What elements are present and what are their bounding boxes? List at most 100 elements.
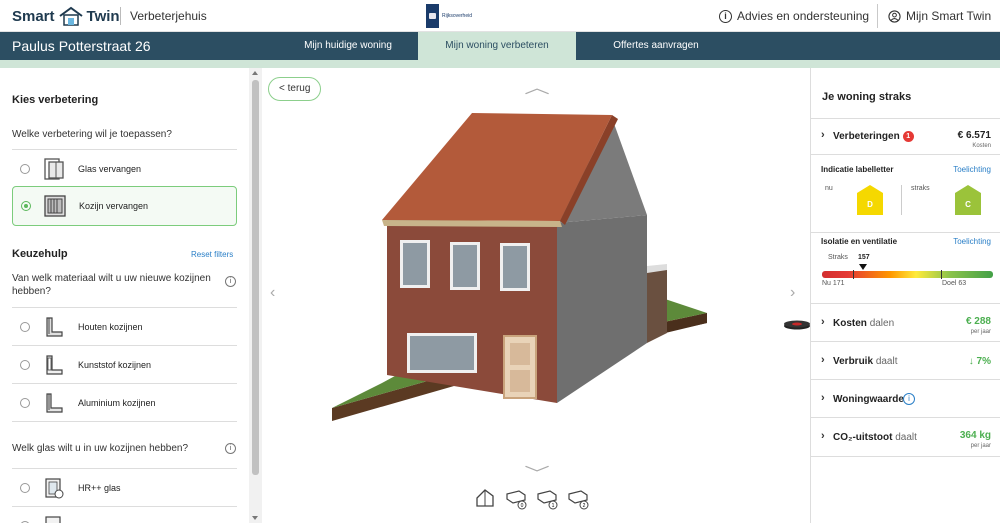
option-label: HR++ glas	[78, 482, 121, 493]
option-hr-glas[interactable]: HR++ glas	[12, 468, 237, 506]
radio-button[interactable]	[20, 482, 30, 493]
labelletter-section: Indicatie labelletter Toelichting nu D s…	[811, 154, 1000, 232]
option-aluminium-kozijnen[interactable]: Aluminium kozijnen	[12, 383, 237, 421]
option-label: Houten kozijnen	[78, 321, 143, 332]
svg-text:0: 0	[521, 503, 524, 509]
count-badge: 1	[902, 131, 914, 142]
keuzehulp-title: Keuzehulp	[12, 248, 68, 260]
co2-row[interactable]: › CO₂-uitstoot daalt 364 kg per jaar	[811, 417, 1000, 457]
floor-2-icon[interactable]: 2	[567, 486, 589, 510]
svg-text:1: 1	[552, 503, 555, 509]
user-icon	[888, 9, 901, 23]
chevron-right-icon: ›	[821, 430, 825, 442]
straks-value: 157	[858, 254, 870, 261]
doel-text: Doel 63	[942, 280, 967, 287]
co2-value: 364 kg	[959, 430, 991, 441]
rijksoverheid-label: Rijksoverheid	[442, 13, 473, 19]
top-bar: Smart Twin Verbeterjehuis Rijksoverheid …	[0, 0, 1000, 32]
scroll-thumb[interactable]	[252, 80, 259, 475]
scroll-up-arrow-icon[interactable]	[252, 71, 258, 75]
advies-link[interactable]: i Advies en ondersteuning	[719, 9, 869, 23]
chevron-right-icon: ›	[821, 316, 825, 328]
panel-title: Kies verbetering	[12, 94, 99, 106]
label-divider	[901, 185, 902, 215]
logo-divider	[120, 7, 121, 25]
arrow-down-icon: ↓	[968, 356, 974, 367]
tab-offertes-aanvragen[interactable]: Offertes aanvragen	[576, 32, 736, 60]
tab-huidige-woning[interactable]: Mijn huidige woning	[278, 32, 418, 60]
aluminium-frame-icon	[46, 392, 63, 413]
plastic-frame-icon	[46, 354, 63, 375]
back-button[interactable]: < terug	[268, 77, 322, 101]
option-kozijn-vervangen[interactable]: Kozijn vervangen	[12, 186, 237, 226]
verbeteringen-value: € 6.571	[957, 130, 991, 141]
account-link[interactable]: Mijn Smart Twin	[888, 9, 991, 23]
logo-house-icon	[58, 6, 83, 26]
radio-button[interactable]	[20, 397, 30, 408]
improvement-panel: Kies verbetering Welke verbetering wil j…	[0, 68, 262, 523]
verbeteringen-row[interactable]: › Verbeteringen 1 € 6.571 Kosten	[811, 118, 1000, 154]
chevron-left-icon[interactable]: ‹	[270, 284, 275, 302]
house-model[interactable]	[322, 103, 722, 458]
divider	[12, 421, 237, 422]
label-straks-caption: straks	[911, 185, 930, 192]
window-frame-icon	[44, 195, 66, 217]
nu-text: Nu 171	[822, 280, 845, 287]
option-houten-kozijnen[interactable]: Houten kozijnen	[12, 307, 237, 345]
label-nu-caption: nu	[825, 185, 833, 192]
question-improvement: Welke verbetering wil je toepassen?	[12, 129, 172, 140]
radio-button[interactable]	[20, 359, 30, 370]
straks-marker-icon	[859, 264, 867, 270]
gauge-tick-nu	[853, 270, 854, 279]
rijksoverheid-emblem-icon	[426, 4, 439, 28]
coin-stack-icon	[784, 320, 810, 330]
woningwaarde-row[interactable]: › Woningwaarde i	[811, 379, 1000, 417]
view-mode-bar: 0 1 2	[474, 486, 598, 510]
chevron-right-icon[interactable]: ›	[790, 284, 795, 302]
woningwaarde-label: Woningwaarde	[833, 394, 904, 405]
option-glas-vervangen[interactable]: Glas vervangen	[12, 149, 237, 187]
verbruik-row[interactable]: › Verbruik daalt ↓ 7%	[811, 341, 1000, 379]
verbeteringen-sub: Kosten	[972, 143, 991, 149]
option-label: Aluminium kozijnen	[78, 397, 156, 408]
option-label: Kozijn vervangen	[79, 201, 149, 211]
house-view-icon[interactable]	[474, 486, 496, 510]
chevron-right-icon: ›	[821, 354, 825, 366]
radio-button[interactable]	[20, 163, 30, 174]
energy-label-d-icon: D	[857, 185, 883, 215]
left-scrollbar[interactable]	[249, 68, 262, 523]
toelichting-link[interactable]: Toelichting	[953, 237, 991, 246]
reset-filters-link[interactable]: Reset filters	[191, 250, 233, 259]
labelletter-title: Indicatie labelletter	[821, 165, 894, 174]
option-kunststof-kozijnen[interactable]: Kunststof kozijnen	[12, 345, 237, 383]
chevron-right-icon: ›	[821, 392, 825, 404]
info-icon[interactable]: i	[903, 393, 915, 405]
question-material: Van welk materiaal wilt u uw nieuwe kozi…	[12, 273, 211, 297]
floor-1-icon[interactable]: 1	[536, 486, 558, 510]
svg-text:C: C	[965, 200, 971, 209]
gauge-tick-doel	[941, 270, 942, 279]
floor-0-icon[interactable]: 0	[505, 486, 527, 510]
wood-frame-icon	[46, 316, 63, 337]
chevron-down-icon[interactable]: ﹀	[524, 460, 550, 484]
kosten-label: Kosten dalen	[833, 318, 895, 329]
house-3d-viewer[interactable]: < terug ︿ ﹀ ‹ › 0 1 2	[262, 68, 810, 523]
tab-woning-verbeteren[interactable]: Mijn woning verbeteren	[418, 32, 576, 60]
kosten-row[interactable]: › Kosten dalen € 288 per jaar	[811, 303, 1000, 341]
scroll-down-arrow-icon[interactable]	[252, 516, 258, 520]
chevron-up-icon[interactable]: ︿	[524, 74, 550, 98]
kosten-sub: per jaar	[970, 329, 991, 335]
svg-text:D: D	[867, 200, 873, 209]
co2-sub: per jaar	[970, 443, 991, 449]
nav-accent-strip	[0, 60, 1000, 68]
glass-icon	[45, 515, 61, 523]
option-next-glass[interactable]	[12, 506, 237, 523]
radio-button-selected[interactable]	[21, 201, 31, 211]
verbeteringen-label: Verbeteringen 1	[833, 131, 914, 142]
info-icon[interactable]: i	[225, 276, 236, 287]
logo-text-left: Smart	[12, 7, 55, 25]
info-icon[interactable]: i	[225, 443, 236, 454]
radio-button[interactable]	[20, 321, 30, 332]
smart-twin-logo[interactable]: Smart Twin	[12, 5, 120, 27]
toelichting-link[interactable]: Toelichting	[953, 165, 991, 174]
